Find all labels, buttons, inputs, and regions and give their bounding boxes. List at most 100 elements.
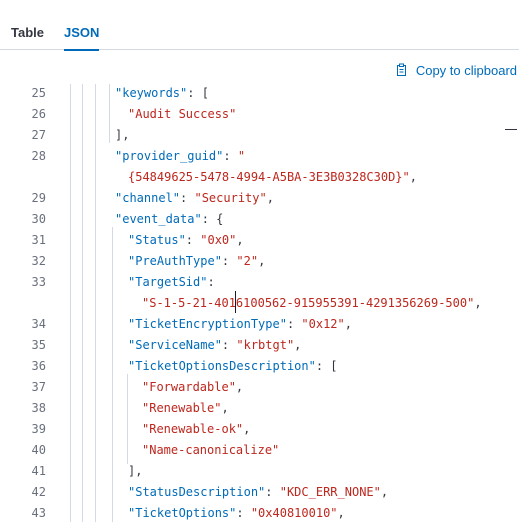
json-string: "0x40810010" bbox=[250, 506, 338, 520]
json-key: "keywords" bbox=[115, 86, 188, 100]
code-line: "keywords": [ bbox=[115, 86, 209, 100]
json-key: "TicketOptions" bbox=[128, 506, 237, 520]
code-line: "Forwardable", bbox=[142, 380, 243, 394]
code-line: "TargetSid": bbox=[128, 275, 215, 289]
line-number: 29 bbox=[31, 191, 46, 205]
line-number: 40 bbox=[31, 443, 46, 457]
tab-bar: Table JSON bbox=[0, 0, 519, 51]
copy-to-clipboard-button[interactable]: Copy to clipboard bbox=[395, 60, 517, 80]
line-number: 28 bbox=[31, 149, 46, 163]
json-punctuation: , bbox=[258, 254, 266, 268]
json-string: "KDC_ERR_NONE" bbox=[279, 485, 381, 499]
json-punctuation: , bbox=[221, 401, 229, 415]
line-number: 35 bbox=[31, 338, 46, 352]
indent-guide bbox=[82, 84, 83, 522]
scrollbar-handle[interactable] bbox=[505, 129, 517, 130]
line-number: 25 bbox=[31, 86, 46, 100]
line-number: 36 bbox=[31, 359, 46, 373]
tab-table[interactable]: Table bbox=[11, 0, 44, 50]
line-number: 38 bbox=[31, 401, 46, 415]
json-punctuation: : [ bbox=[187, 86, 209, 100]
code-line: ], bbox=[128, 464, 142, 478]
clipboard-icon bbox=[395, 63, 409, 77]
code-line: "TicketOptionsDescription": [ bbox=[128, 359, 338, 373]
json-string: " bbox=[237, 149, 246, 163]
json-key: "provider_guid" bbox=[115, 149, 224, 163]
json-string: "0x12" bbox=[301, 317, 345, 331]
text-cursor bbox=[235, 291, 236, 313]
json-string: "krbtgt" bbox=[236, 338, 295, 352]
code-line: "event_data": { bbox=[115, 212, 223, 226]
json-punctuation: : bbox=[185, 233, 201, 247]
json-string: "S-1-5-21-4016100562-915955391-429135626… bbox=[142, 296, 475, 310]
json-key: "channel" bbox=[115, 191, 181, 205]
line-number: 30 bbox=[31, 212, 46, 226]
json-key: "ServiceName" bbox=[128, 338, 222, 352]
json-punctuation: : bbox=[207, 275, 215, 289]
json-string: {54849625-5478-4994-A5BA-3E3B0328C30D}" bbox=[128, 170, 410, 184]
code-line: ], bbox=[115, 128, 129, 142]
code-line: "Status": "0x0", bbox=[128, 233, 244, 247]
json-punctuation: : bbox=[286, 317, 302, 331]
line-number: 27 bbox=[31, 128, 46, 142]
json-punctuation: : bbox=[223, 149, 238, 163]
json-punctuation: , bbox=[266, 191, 274, 205]
json-punctuation: : bbox=[221, 338, 237, 352]
json-string: "2" bbox=[236, 254, 259, 268]
json-punctuation: : bbox=[265, 485, 280, 499]
json-string: "Renewable-ok" bbox=[142, 422, 244, 436]
tab-json[interactable]: JSON bbox=[64, 0, 100, 51]
json-key: "TicketEncryptionType" bbox=[128, 317, 287, 331]
line-number: 43 bbox=[31, 506, 46, 520]
json-punctuation: : { bbox=[201, 212, 224, 226]
json-punctuation: , bbox=[344, 317, 352, 331]
line-number: 31 bbox=[31, 233, 46, 247]
indent-guide bbox=[109, 84, 110, 143]
code-line: "Audit Success" bbox=[128, 107, 236, 121]
code-line: "Renewable-ok", bbox=[142, 422, 250, 436]
json-punctuation: ], bbox=[128, 464, 143, 478]
json-punctuation: , bbox=[236, 233, 244, 247]
line-number: 34 bbox=[31, 317, 46, 331]
code-line: "Renewable", bbox=[142, 401, 229, 415]
json-key: "PreAuthType" bbox=[128, 254, 222, 268]
code-line: "provider_guid": " bbox=[115, 149, 245, 163]
json-punctuation: : bbox=[236, 506, 251, 520]
code-line: "TicketOptions": "0x40810010", bbox=[128, 506, 345, 520]
code-line: "S-1-5-21-4016100562-915955391-429135626… bbox=[142, 296, 482, 310]
code-line: "channel": "Security", bbox=[115, 191, 274, 205]
json-string: "Forwardable" bbox=[142, 380, 236, 394]
indent-guide bbox=[112, 227, 113, 522]
line-number: 39 bbox=[31, 422, 46, 436]
json-punctuation: ], bbox=[115, 128, 130, 142]
code-line: "Name-canonicalize" bbox=[142, 443, 279, 457]
line-number: 26 bbox=[31, 107, 46, 121]
json-punctuation: : bbox=[221, 254, 237, 268]
indent-guide bbox=[95, 84, 96, 522]
indent-guide bbox=[70, 84, 71, 522]
line-number: 32 bbox=[31, 254, 46, 268]
json-string: "Audit Success" bbox=[128, 107, 237, 121]
json-punctuation: : bbox=[180, 191, 195, 205]
json-key: "event_data" bbox=[115, 212, 202, 226]
line-number: 42 bbox=[31, 485, 46, 499]
json-string: "0x0" bbox=[200, 233, 237, 247]
json-punctuation: , bbox=[380, 485, 389, 499]
json-code-viewer[interactable]: 25 "keywords": [26 "Audit Success" 27], 28 "p… bbox=[0, 84, 519, 522]
line-number: 41 bbox=[31, 464, 46, 478]
code-line: "TicketEncryptionType": "0x12", bbox=[128, 317, 352, 331]
code-line: {54849625-5478-4994-A5BA-3E3B0328C30D}", bbox=[128, 170, 417, 184]
json-key: "StatusDescription" bbox=[128, 485, 266, 499]
json-punctuation: , bbox=[243, 422, 251, 436]
json-punctuation: : [ bbox=[315, 359, 338, 373]
json-punctuation: , bbox=[337, 506, 345, 520]
json-key: "TargetSid" bbox=[128, 275, 208, 289]
line-number: 37 bbox=[31, 380, 46, 394]
json-key: "TicketOptionsDescription" bbox=[128, 359, 316, 373]
line-number: 33 bbox=[31, 275, 46, 289]
indent-guide bbox=[127, 374, 128, 464]
copy-to-clipboard-label: Copy to clipboard bbox=[415, 62, 517, 78]
json-key: "Status" bbox=[128, 233, 186, 247]
json-string: "Security" bbox=[194, 191, 267, 205]
code-line: "PreAuthType": "2", bbox=[128, 254, 265, 268]
